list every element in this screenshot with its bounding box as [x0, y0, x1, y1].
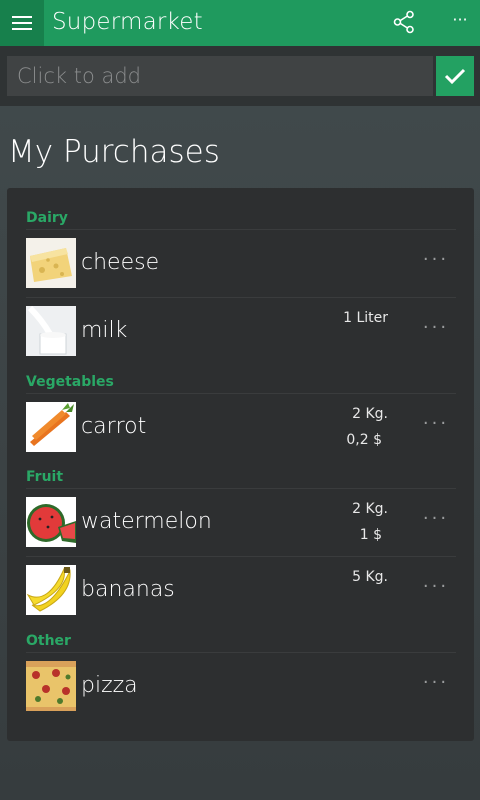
milk-image [26, 306, 76, 356]
purchases-list: Dairy cheese ··· milk 1 Liter ··· Vegeta… [7, 188, 474, 741]
list-item-bananas[interactable]: bananas 5 Kg. ··· [26, 565, 456, 617]
bananas-image [26, 565, 76, 615]
divider [26, 229, 456, 230]
list-item-milk[interactable]: milk 1 Liter ··· [26, 306, 456, 358]
list-item-pizza[interactable]: pizza ··· [26, 661, 456, 713]
list-item-watermelon[interactable]: watermelon 2 Kg. 1 $ ··· [26, 497, 456, 549]
menu-button[interactable] [0, 0, 44, 46]
group-header-vegetables: Vegetables [26, 374, 114, 390]
pizza-image [26, 661, 76, 711]
item-more-button[interactable]: ··· [418, 250, 454, 274]
share-icon [393, 10, 414, 34]
item-name: watermelon [81, 509, 212, 534]
ellipsis-icon: ··· [452, 10, 468, 29]
item-name: cheese [81, 250, 160, 275]
item-more-button[interactable]: ··· [418, 577, 454, 601]
carrot-image [26, 402, 76, 452]
item-price: 0,2 $ [346, 432, 382, 448]
add-bar [0, 46, 480, 106]
item-quantity: 5 Kg. [352, 569, 388, 585]
item-more-button[interactable]: ··· [418, 414, 454, 438]
app-title: Supermarket [52, 9, 203, 35]
item-quantity: 2 Kg. [352, 501, 388, 517]
item-price: 1 $ [359, 527, 382, 543]
item-more-button[interactable]: ··· [418, 673, 454, 697]
app-bar: Supermarket ··· [0, 0, 480, 46]
divider [26, 556, 456, 557]
watermelon-image [26, 497, 76, 547]
item-more-button[interactable]: ··· [418, 509, 454, 533]
item-name: pizza [81, 673, 138, 698]
divider [26, 393, 456, 394]
group-header-other: Other [26, 633, 71, 649]
page-title: My Purchases [8, 134, 220, 170]
list-item-cheese[interactable]: cheese ··· [26, 238, 456, 290]
divider [26, 488, 456, 489]
item-name: carrot [81, 414, 147, 439]
item-name: milk [81, 318, 128, 343]
item-quantity: 2 Kg. [352, 406, 388, 422]
share-button[interactable] [392, 10, 416, 34]
item-more-button[interactable]: ··· [418, 318, 454, 342]
group-header-fruit: Fruit [26, 469, 64, 485]
cheese-image [26, 238, 76, 288]
confirm-add-button[interactable] [436, 56, 474, 96]
item-name: bananas [81, 577, 175, 602]
divider [26, 652, 456, 653]
checkmark-icon [444, 68, 466, 85]
list-item-carrot[interactable]: carrot 2 Kg. 0,2 $ ··· [26, 402, 456, 454]
divider [26, 297, 456, 298]
more-options-button[interactable]: ··· [446, 10, 474, 34]
item-quantity: 1 Liter [343, 310, 388, 326]
add-item-input[interactable] [7, 56, 433, 96]
hamburger-menu-icon [12, 16, 32, 30]
group-header-dairy: Dairy [26, 210, 68, 226]
